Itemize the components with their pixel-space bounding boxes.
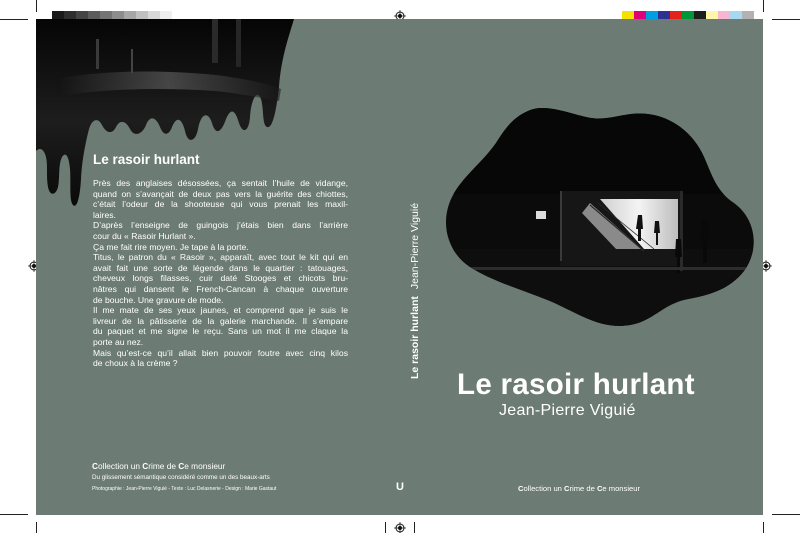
back-credits: Photographie : Jean-Pierre Viguié - Text… bbox=[92, 486, 277, 492]
spine-author: Jean-Pierre Viguié bbox=[409, 202, 421, 290]
blurb-line: Il me mate de ses yeux jaunes, et compre… bbox=[93, 305, 348, 316]
crop-mark bbox=[0, 514, 28, 515]
collection-word: ollection un bbox=[98, 461, 143, 471]
blurb-line: c’était l’odeur de la shooteuse qui vous… bbox=[93, 199, 348, 210]
back-collection-name: Collection un Crime de Ce monsieur bbox=[92, 461, 225, 471]
crop-mark bbox=[414, 522, 415, 533]
blurb-line: Près des anglaises désossées, ça sentait… bbox=[93, 178, 348, 188]
blurb-line: cour du « Rasoir Hurlant ». bbox=[93, 230, 196, 241]
crop-mark bbox=[36, 0, 37, 12]
blurb-line: quand on s’avançait de deux pas vers la … bbox=[93, 188, 348, 199]
back-collection-tagline: Du glissement sémantique considéré comme… bbox=[92, 474, 270, 481]
blurb-line: cheveux longs filasses, cuir daté Stooge… bbox=[93, 273, 348, 284]
collection-word: rime de bbox=[569, 484, 597, 493]
back-cover-blurb: Près des anglaises désossées, ça sentait… bbox=[93, 178, 348, 369]
registration-mark-icon bbox=[394, 522, 406, 533]
blurb-line: D’après l’enseigne de guingois j’étais b… bbox=[93, 220, 348, 231]
blurb-line: de choux à la crème ? bbox=[93, 358, 178, 369]
blurb-line: Mais qu’est-ce qu’il allait bien pouvoir… bbox=[93, 347, 348, 358]
collection-word: e monsieur bbox=[184, 461, 226, 471]
crop-mark bbox=[385, 522, 386, 533]
blurb-line: de bouche. Une gravure de mode. bbox=[93, 294, 224, 305]
photo-blob-image bbox=[446, 107, 754, 326]
blurb-line: du paquet et me signe le reçu. Sans un m… bbox=[93, 326, 348, 337]
front-collection-name: Collection un Crime de Ce monsieur bbox=[518, 484, 640, 493]
blurb-line: Ça me fait rire moyen. Je tape à la port… bbox=[93, 241, 249, 252]
collection-word: rime de bbox=[148, 461, 179, 471]
blurb-line: nâtres qui dansent le French-Cancan à ch… bbox=[93, 283, 348, 294]
crop-mark bbox=[772, 19, 800, 20]
crop-mark bbox=[36, 522, 37, 533]
front-cover-author: Jean-Pierre Viguié bbox=[499, 402, 636, 419]
blurb-line: Titus, le patron du « Rasoir », apparaît… bbox=[93, 252, 348, 263]
back-cover-title: Le rasoir hurlant bbox=[93, 152, 200, 167]
crop-mark bbox=[763, 0, 764, 12]
collection-word: e monsieur bbox=[602, 484, 640, 493]
blurb-line: porte au nez. bbox=[93, 336, 144, 347]
book-cover: Le rasoir hurlant Près des anglaises dés… bbox=[36, 19, 763, 515]
blurb-line: laires. bbox=[93, 209, 116, 220]
blurb-line: livreur de la pâtisserie de la galerie m… bbox=[93, 315, 348, 326]
crop-mark bbox=[772, 514, 800, 515]
crop-mark bbox=[0, 19, 28, 20]
front-cover-title: Le rasoir hurlant bbox=[457, 368, 695, 401]
publisher-logo: U bbox=[396, 481, 404, 493]
crop-mark bbox=[763, 522, 764, 533]
spine-title: Le rasoir hurlant bbox=[409, 296, 421, 379]
collection-word: ollection un bbox=[523, 484, 565, 493]
print-sheet: Le rasoir hurlant Près des anglaises dés… bbox=[0, 0, 800, 533]
blurb-line: avait fait une sorte de légende dans le … bbox=[93, 262, 348, 273]
spine-text: Le rasoir hurlant Jean-Pierre Viguié bbox=[409, 203, 421, 379]
